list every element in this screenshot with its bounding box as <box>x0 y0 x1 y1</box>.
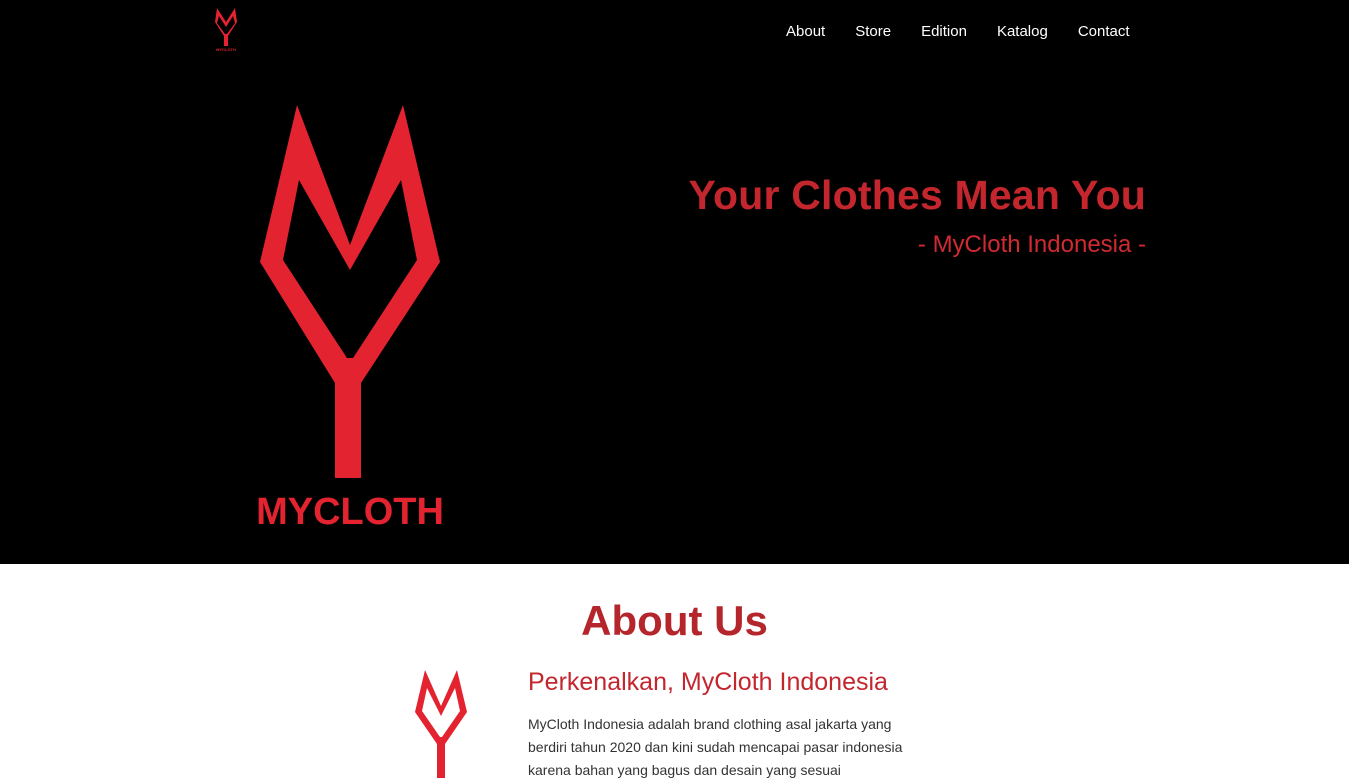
nav-link-contact[interactable]: Contact <box>1078 22 1130 42</box>
about-description: MyCloth Indonesia adalah brand clothing … <box>528 716 903 778</box>
hero-section: MYCLOTH About Store Edition Katalog Cont… <box>0 0 1349 564</box>
brand-logo-small[interactable]: MYCLOTH <box>213 6 239 52</box>
about-logo <box>415 670 467 778</box>
brand-small-wordmark: MYCLOTH <box>216 47 236 52</box>
about-title: About Us <box>581 597 768 644</box>
nav-link-edition[interactable]: Edition <box>921 22 967 42</box>
about-heading: Perkenalkan, MyCloth Indonesia <box>528 668 888 696</box>
brand-logo-large: MYCLOTH <box>256 105 444 530</box>
main-nav: About Store Edition Katalog Contact <box>786 22 1130 42</box>
nav-link-katalog[interactable]: Katalog <box>997 22 1048 42</box>
hero-tagline: Your Clothes Mean You - MyCloth Indonesi… <box>688 170 1146 260</box>
nav-link-about[interactable]: About <box>786 22 825 42</box>
hero-title: Your Clothes Mean You <box>688 172 1146 218</box>
nav-link-store[interactable]: Store <box>855 22 891 42</box>
brand-wordmark: MYCLOTH <box>256 491 444 530</box>
hero-subtitle: - MyCloth Indonesia - <box>917 231 1146 258</box>
